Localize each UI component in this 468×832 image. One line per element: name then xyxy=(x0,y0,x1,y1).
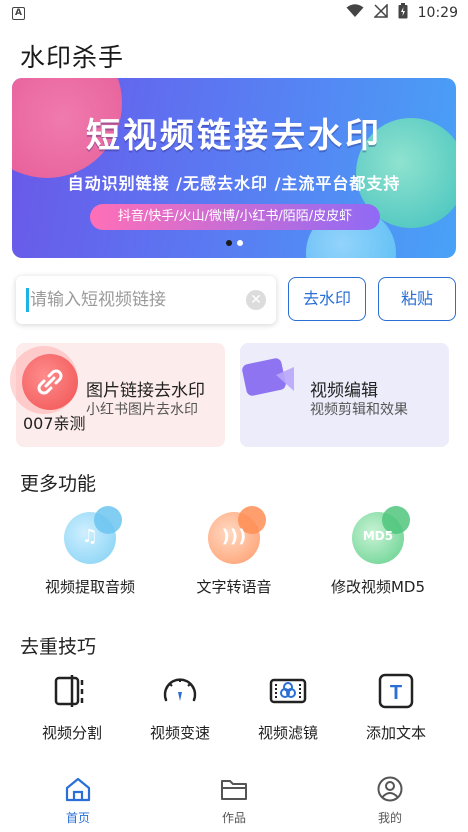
no-signal-icon xyxy=(372,3,388,22)
wifi-icon xyxy=(346,4,364,22)
feature-label: 视频提取音频 xyxy=(44,578,135,596)
md5-icon-text: MD5 xyxy=(362,529,394,543)
feature-label: 修改视频MD5 xyxy=(330,578,426,596)
card-title: 图片链接去水印 xyxy=(86,381,205,401)
tip-label: 视频变速 xyxy=(149,724,210,742)
a-notification-icon: A xyxy=(12,6,25,20)
home-icon xyxy=(65,777,91,802)
tip-label: 视频滤镜 xyxy=(257,724,318,742)
tip-video-split[interactable]: 视频分割 xyxy=(17,672,127,743)
tip-add-text[interactable]: T 添加文本 xyxy=(341,672,451,743)
md5-icon: MD5 xyxy=(352,506,410,564)
remove-watermark-button[interactable]: 去水印 xyxy=(288,277,366,321)
pagination-dot-active[interactable] xyxy=(225,240,232,246)
folder-icon xyxy=(221,780,247,800)
banner-pagination xyxy=(12,240,456,246)
nav-works[interactable]: 作品 xyxy=(184,776,284,826)
nav-home[interactable]: 首页 xyxy=(28,776,128,826)
text-icon-glyph: T xyxy=(390,682,402,704)
tip-label: 添加文本 xyxy=(365,724,426,742)
clock-time: 10:29 xyxy=(417,5,458,21)
banner-subline: 自动识别链接 /无感去水印 /主流平台都支持 xyxy=(67,174,401,193)
banner-platforms: 抖音/快手/火山/微博/小红书/陌陌/皮皮虾 xyxy=(90,204,380,230)
section-title-tips: 去重技巧 xyxy=(20,636,97,658)
video-edit-card[interactable]: 视频编辑 视频剪辑和效果 xyxy=(240,343,449,447)
nav-me[interactable]: 我的 xyxy=(340,776,440,826)
sound-wave-icon: ))) xyxy=(208,506,266,564)
nav-label: 作品 xyxy=(221,811,246,825)
banner-headline: 短视频链接去水印 xyxy=(86,116,382,156)
feature-text-to-speech[interactable]: ))) 文字转语音 xyxy=(159,506,309,597)
nav-label: 我的 xyxy=(377,811,402,825)
app-title: 水印杀手 xyxy=(20,43,125,72)
speedometer-icon xyxy=(161,672,199,710)
nav-label: 首页 xyxy=(65,811,90,825)
tip-video-filter[interactable]: 视频滤镜 xyxy=(233,672,343,743)
card-title: 视频编辑 xyxy=(310,381,378,401)
filter-icon xyxy=(269,672,307,710)
overlay-label: 007亲测 xyxy=(23,414,86,433)
video-camera-icon xyxy=(240,351,300,407)
link-input[interactable] xyxy=(30,290,230,310)
clear-icon[interactable]: ✕ xyxy=(246,290,266,310)
battery-icon xyxy=(398,3,408,23)
pagination-dot[interactable] xyxy=(236,240,243,246)
card-subtitle: 小红书图片去水印 xyxy=(86,402,198,418)
tip-video-speed[interactable]: 视频变速 xyxy=(125,672,235,743)
promo-banner[interactable]: 短视频链接去水印 自动识别链接 /无感去水印 /主流平台都支持 抖音/快手/火山… xyxy=(12,78,456,258)
card-subtitle: 视频剪辑和效果 xyxy=(310,402,408,418)
image-link-card[interactable]: 图片链接去水印 小红书图片去水印 007亲测 xyxy=(16,343,225,447)
tip-label: 视频分割 xyxy=(41,724,102,742)
bottom-navigation: 首页 作品 我的 xyxy=(0,770,468,832)
paste-button[interactable]: 粘贴 xyxy=(378,277,456,321)
music-note-icon: ♫ xyxy=(64,506,122,564)
section-title-more-features: 更多功能 xyxy=(20,473,97,495)
feature-label: 文字转语音 xyxy=(196,578,272,596)
status-bar: A 10:29 xyxy=(0,0,468,26)
text-icon: T xyxy=(377,672,415,710)
text-caret xyxy=(26,288,29,312)
link-search-box[interactable]: ✕ xyxy=(16,276,276,324)
link-icon xyxy=(22,354,78,410)
split-icon xyxy=(53,672,91,710)
feature-extract-audio[interactable]: ♫ 视频提取音频 xyxy=(15,506,165,597)
user-icon xyxy=(377,776,403,802)
feature-modify-md5[interactable]: MD5 修改视频MD5 xyxy=(303,506,453,597)
